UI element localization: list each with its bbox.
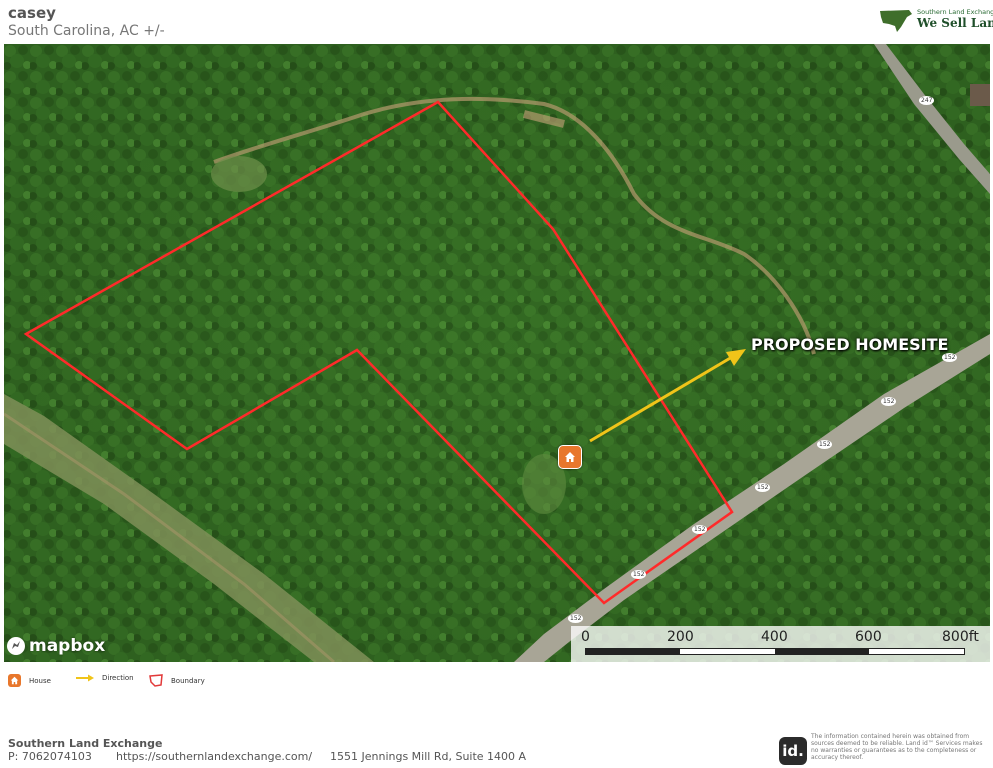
land-id-logo: id. <box>779 737 807 765</box>
scale-segment <box>586 649 680 654</box>
scale-label: 800ft <box>942 629 979 645</box>
legend-item-boundary: Boundary <box>149 674 205 687</box>
footer-phone: P: 7062074103 <box>8 750 92 763</box>
mapbox-icon <box>7 637 25 655</box>
homesite-annotation: PROPOSED HOMESITE <box>751 335 949 354</box>
legend-label: House <box>29 676 51 685</box>
map-header: casey South Carolina, AC +/- Southern La… <box>0 0 993 44</box>
satellite-map[interactable]: 247 152 152 152 152 152 152 152 PROPOSED… <box>4 44 990 662</box>
direction-arrow-icon <box>76 674 94 682</box>
scale-bar <box>585 648 965 655</box>
footer-company-name: Southern Land Exchange <box>8 737 163 750</box>
mapbox-attribution[interactable]: mapbox <box>6 636 105 656</box>
property-subtitle: South Carolina, AC +/- <box>8 23 165 39</box>
legend-item-direction: Direction <box>76 674 134 682</box>
legend-item-house: House <box>8 674 51 687</box>
scale-segment <box>775 649 869 654</box>
footer-address: 1551 Jennings Mill Rd, Suite 1400 A <box>330 750 527 763</box>
house-marker-icon[interactable] <box>558 445 582 469</box>
legend-label: Direction <box>102 674 134 682</box>
house-icon <box>8 674 21 687</box>
scale-label: 600 <box>855 629 882 645</box>
company-logo: Southern Land Exchange We Sell Land. <box>879 6 993 36</box>
scale-label: 0 <box>581 629 590 645</box>
legend-label: Boundary <box>171 676 205 685</box>
footer-disclaimer: The information contained herein was obt… <box>811 733 983 761</box>
footer-website-link[interactable]: https://southernlandexchange.com/ <box>116 750 312 763</box>
state-map-icon <box>880 10 912 32</box>
mapbox-text: mapbox <box>29 636 106 656</box>
scale-label: 200 <box>667 629 694 645</box>
scale-label: 400 <box>761 629 788 645</box>
scale-bar-panel: 0 200 400 600 800ft <box>571 626 990 662</box>
boundary-icon <box>149 674 163 687</box>
property-title: casey <box>8 4 56 22</box>
logo-small-text: Southern Land Exchange <box>917 8 993 16</box>
logo-tagline: We Sell Land. <box>917 16 993 30</box>
house-icon <box>565 452 575 462</box>
